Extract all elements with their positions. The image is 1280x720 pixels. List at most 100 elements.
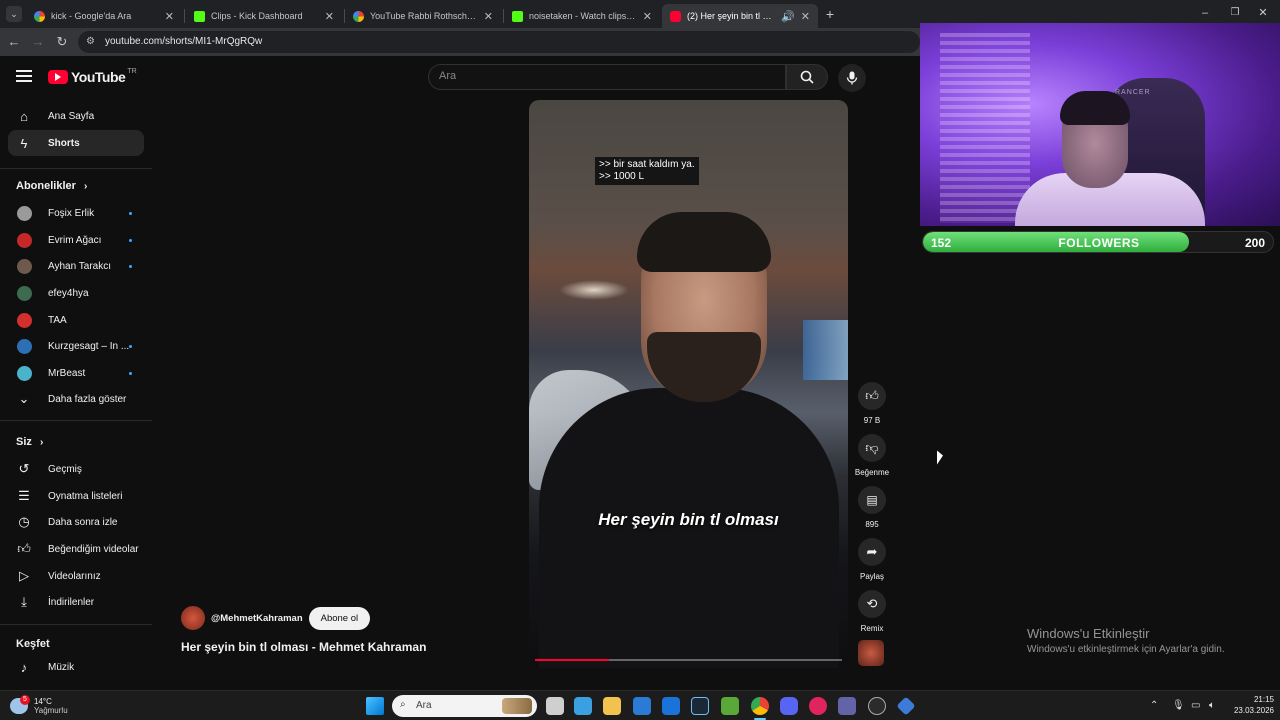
monitor-app-icon[interactable]: [574, 697, 592, 715]
browser-tab-active[interactable]: (2) Her şeyin bin tl olması - 🔊 ✕: [662, 4, 818, 28]
search-input[interactable]: [439, 70, 759, 82]
you-heading[interactable]: Siz ›: [16, 436, 43, 448]
search-highlight-icon: [502, 698, 532, 714]
share-button[interactable]: ➦: [858, 538, 886, 566]
minimize-button[interactable]: –: [1198, 6, 1212, 20]
steam-icon[interactable]: [691, 697, 709, 715]
remix-action: ⟲ Remix: [852, 590, 892, 633]
store-icon[interactable]: [633, 697, 651, 715]
sidebar-item-your-videos[interactable]: ▷ Videolarınız: [8, 563, 144, 589]
new-tab-button[interactable]: +: [822, 6, 838, 22]
app-icon[interactable]: [896, 696, 916, 716]
close-icon[interactable]: ✕: [165, 10, 174, 23]
weather-widget[interactable]: 5 14°C Yağmurlu: [10, 694, 68, 718]
obs-icon[interactable]: [868, 697, 886, 715]
sidebar-item-playlists[interactable]: ☰ Oynatma listeleri: [8, 483, 144, 509]
sidebar-item-history[interactable]: ↺ Geçmiş: [8, 456, 144, 482]
forward-button[interactable]: →: [30, 34, 46, 50]
sidebar-item-downloads[interactable]: ⤓ İndirilenler: [8, 589, 144, 615]
clock[interactable]: 21:15 23.03.2026: [1226, 695, 1274, 715]
sidebar-item-label: Daha sonra izle: [48, 516, 118, 528]
channel-avatar: [16, 258, 32, 274]
chrome-icon[interactable]: [751, 697, 769, 715]
minecraft-icon[interactable]: [721, 697, 739, 715]
channel-avatar[interactable]: [181, 606, 205, 630]
reload-button[interactable]: ↻: [54, 34, 70, 50]
discord-icon[interactable]: [780, 697, 798, 715]
close-icon[interactable]: ✕: [643, 10, 652, 23]
sidebar-item-subscription[interactable]: MrBeast: [8, 360, 144, 386]
thumbs-up-icon: 👍︎: [865, 388, 879, 403]
remix-label: Remix: [860, 624, 884, 633]
taskbar-search[interactable]: ⌕ Ara: [392, 695, 537, 717]
browser-tab[interactable]: noisetaken - Watch clips on Kic ✕: [504, 4, 660, 28]
menu-icon[interactable]: [16, 70, 32, 84]
subscriptions-heading[interactable]: Abonelikler ›: [16, 180, 87, 192]
browser-tab[interactable]: YouTube Rabbi Rothschild - Go ✕: [345, 4, 501, 28]
close-window-button[interactable]: ✕: [1256, 6, 1270, 20]
sidebar-item-shorts[interactable]: ϟ Shorts: [8, 130, 144, 156]
youtube-logo[interactable]: YouTube TR: [48, 68, 137, 86]
video-caption: Her şeyin bin tl olması: [598, 510, 779, 529]
microphone-icon[interactable]: 🎙︎: [1172, 700, 1185, 711]
sidebar-item-subscription[interactable]: Kurzgesagt – In ...: [8, 333, 144, 359]
weather-temp: 14°C: [34, 697, 52, 706]
sidebar-item-label: Geçmiş: [48, 463, 82, 475]
sidebar-item-subscription[interactable]: TAA: [8, 307, 144, 333]
close-icon[interactable]: ✕: [325, 10, 334, 23]
channel-handle[interactable]: @MehmetKahraman: [211, 613, 303, 624]
browser-tab[interactable]: kick - Google'da Ara ✕: [26, 4, 182, 28]
sidebar-item-subscription[interactable]: Foşix Erlik: [8, 200, 144, 226]
site-info-icon[interactable]: ⚙: [86, 36, 95, 47]
browser-tab[interactable]: Clips - Kick Dashboard ✕: [186, 4, 342, 28]
sidebar-item-music[interactable]: ♪ Müzik: [8, 654, 144, 680]
sidebar-item-subscription[interactable]: Ayhan Tarakcı: [8, 253, 144, 279]
sidebar-item-watch-later[interactable]: ◷ Daha sonra izle: [8, 509, 144, 535]
short-video-player[interactable]: >> bir saat kaldım ya. >> 1000 L Her şey…: [529, 100, 848, 668]
comments-button[interactable]: ▤: [858, 486, 886, 514]
like-count: 97 B: [863, 416, 881, 425]
remix-button[interactable]: ⟲: [858, 590, 886, 618]
weather-icon: 5: [10, 695, 30, 714]
like-button[interactable]: 👍︎: [858, 382, 886, 410]
like-action: 👍︎ 97 B: [852, 382, 892, 425]
speaker-icon[interactable]: 🔊: [781, 10, 795, 23]
tray-overflow-icon[interactable]: ⌃: [1150, 700, 1158, 711]
media-player-icon[interactable]: [809, 697, 827, 715]
video-top-caption-line: >> 1000 L: [599, 171, 645, 182]
dislike-button[interactable]: 👎︎: [858, 434, 886, 462]
close-icon[interactable]: ✕: [484, 10, 493, 23]
volume-icon[interactable]: 🔈︎: [1209, 700, 1215, 711]
youtube-page: YouTube TR ⌂ Ana Sayfa ϟ Shorts Abonelik…: [0, 56, 920, 690]
history-icon: ↺: [18, 461, 30, 476]
outlook-icon[interactable]: [662, 697, 680, 715]
sidebar-item-subscription[interactable]: efey4hya: [8, 280, 144, 306]
file-explorer-icon[interactable]: [603, 697, 621, 715]
video-progress-bar[interactable]: [535, 659, 842, 661]
close-icon[interactable]: ✕: [801, 10, 810, 23]
sound-thumbnail[interactable]: [858, 640, 884, 666]
channel-row: @MehmetKahraman Abone ol: [181, 606, 371, 630]
back-button[interactable]: ←: [6, 34, 22, 50]
sidebar-divider: [0, 420, 152, 421]
search-button[interactable]: [786, 64, 828, 90]
display-icon[interactable]: ▭: [1191, 700, 1200, 711]
sidebar-item-home[interactable]: ⌂ Ana Sayfa: [8, 103, 144, 129]
subscribe-button[interactable]: Abone ol: [308, 606, 371, 630]
task-view-icon[interactable]: [546, 697, 564, 715]
teams-icon[interactable]: [838, 697, 856, 715]
google-icon: [353, 10, 364, 22]
maximize-button[interactable]: ❐: [1228, 6, 1242, 20]
chevron-right-icon: ›: [83, 181, 88, 192]
address-bar[interactable]: ⚙ youtube.com/shorts/MI1-MrQgRQw: [78, 31, 920, 53]
tab-search-button[interactable]: ⌄: [6, 6, 22, 22]
show-more-button[interactable]: ⌄ Daha fazla göster: [8, 386, 144, 412]
video-icon: ▷: [19, 568, 29, 583]
tab-title: (2) Her şeyin bin tl olması -: [687, 11, 775, 21]
voice-search-button[interactable]: [838, 64, 866, 92]
sidebar-item-subscription[interactable]: Evrim Ağacı: [8, 227, 144, 253]
short-title[interactable]: Her şeyin bin tl olması - Mehmet Kahrama…: [181, 640, 426, 654]
start-icon[interactable]: [366, 697, 384, 715]
sidebar-item-label: Müzik: [48, 661, 75, 673]
sidebar-item-liked-videos[interactable]: 👍︎ Beğendiğim videolar: [8, 536, 144, 562]
